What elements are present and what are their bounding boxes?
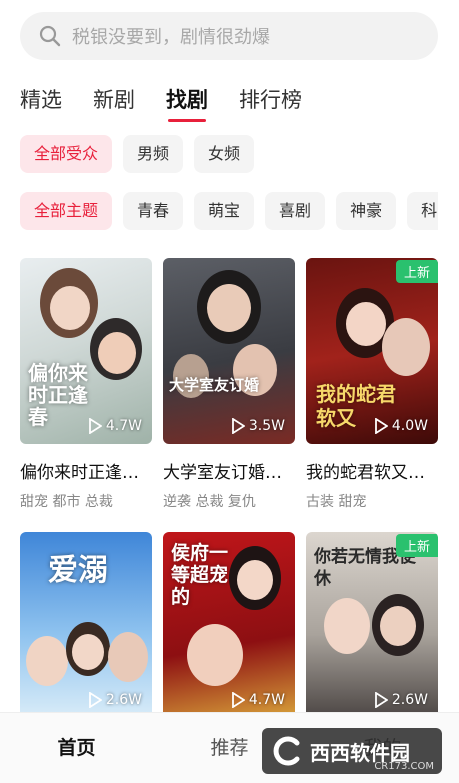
poster-title: 爱溺 <box>48 553 108 588</box>
filter-youth[interactable]: 青春 <box>123 192 184 230</box>
watermark-c-icon <box>273 736 300 766</box>
watermark-url: CR173.COM <box>374 761 434 772</box>
filter-cute-baby[interactable]: 萌宝 <box>194 192 255 230</box>
tab-ranking[interactable]: 排行榜 <box>239 84 302 120</box>
tab-featured[interactable]: 精选 <box>20 84 62 120</box>
tab-new[interactable]: 新剧 <box>93 84 135 120</box>
top-tabs: 精选 新剧 找剧 排行榜 <box>20 84 333 122</box>
play-icon <box>231 692 245 708</box>
play-icon <box>88 418 102 434</box>
nav-home[interactable]: 首页 <box>0 713 153 783</box>
drama-tags: 甜宠 都市 总裁 <box>20 494 113 510</box>
drama-poster[interactable]: 大学室友订婚 3.5W <box>163 258 295 444</box>
view-count: 2.6W <box>374 692 428 708</box>
drama-card[interactable]: 偏你来时正逢春 4.7W 偏你来时正逢… 甜宠 都市 总裁 <box>20 258 152 511</box>
poster-title: 侯府一等超宠的 <box>171 542 229 608</box>
drama-card[interactable]: 大学室友订婚 3.5W 大学室友订婚… 逆袭 总裁 复仇 <box>163 258 295 511</box>
drama-title[interactable]: 偏你来时正逢… <box>20 458 152 483</box>
theme-filter-row[interactable]: 全部主题 青春 萌宝 喜剧 神豪 科 <box>0 192 438 232</box>
drama-poster[interactable]: 爱溺 2.6W <box>20 532 152 718</box>
search-placeholder: 税银没要到，剧情很劲爆 <box>72 27 270 48</box>
play-icon <box>374 692 388 708</box>
play-icon <box>231 418 245 434</box>
drama-title[interactable]: 我的蛇君软又… <box>306 458 438 483</box>
drama-poster[interactable]: 你若无情我便休 上新 2.6W <box>306 532 438 718</box>
filter-tycoon[interactable]: 神豪 <box>336 192 397 230</box>
filter-all-audience[interactable]: 全部受众 <box>20 135 113 173</box>
play-icon <box>374 418 388 434</box>
view-count: 4.7W <box>88 418 142 434</box>
watermark-logo: 西西软件园 CR173.COM <box>262 728 442 774</box>
view-count: 3.5W <box>231 418 285 434</box>
drama-poster[interactable]: 偏你来时正逢春 4.7W <box>20 258 152 444</box>
drama-card[interactable]: 侯府一等超宠的 4.7W <box>163 532 295 718</box>
filter-male[interactable]: 男频 <box>123 135 184 173</box>
view-count: 2.6W <box>88 692 142 708</box>
filter-sci[interactable]: 科 <box>407 192 438 230</box>
search-icon <box>39 25 61 47</box>
filter-comedy[interactable]: 喜剧 <box>265 192 326 230</box>
drama-poster[interactable]: 我的蛇君软又 上新 4.0W <box>306 258 438 444</box>
tab-find[interactable]: 找剧 <box>166 84 208 122</box>
drama-tags: 逆袭 总裁 复仇 <box>163 494 256 510</box>
drama-card[interactable]: 爱溺 2.6W <box>20 532 152 718</box>
drama-card[interactable]: 你若无情我便休 上新 2.6W <box>306 532 438 718</box>
view-count: 4.7W <box>231 692 285 708</box>
new-badge: 上新 <box>395 260 438 283</box>
audience-filter-row: 全部受众 男频 女频 <box>0 135 438 175</box>
play-icon <box>88 692 102 708</box>
filter-female[interactable]: 女频 <box>194 135 255 173</box>
search-bar[interactable]: 税银没要到，剧情很劲爆 <box>20 12 438 60</box>
new-badge: 上新 <box>395 534 438 557</box>
view-count: 4.0W <box>374 418 428 434</box>
drama-poster[interactable]: 侯府一等超宠的 4.7W <box>163 532 295 718</box>
poster-title: 大学室友订婚 <box>169 376 260 394</box>
drama-tags: 古装 甜宠 <box>306 494 367 510</box>
filter-all-themes[interactable]: 全部主题 <box>20 192 113 230</box>
drama-card[interactable]: 我的蛇君软又 上新 4.0W 我的蛇君软又… 古装 甜宠 <box>306 258 438 511</box>
drama-title[interactable]: 大学室友订婚… <box>163 458 295 483</box>
